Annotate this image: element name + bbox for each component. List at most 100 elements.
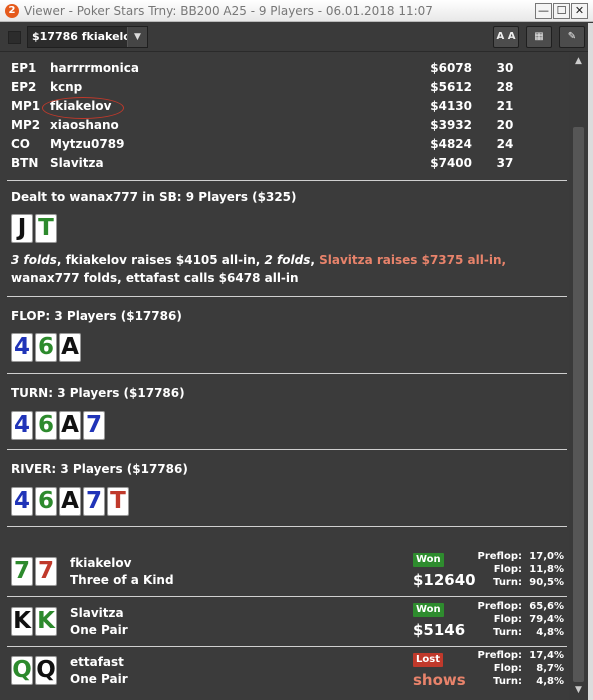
playing-card: K [11, 607, 33, 636]
playing-card: 6 [35, 333, 57, 362]
seat-position: MP2 [11, 118, 41, 132]
seat-stack: $7400 [430, 156, 472, 170]
result-hand-rank: Three of a Kind [70, 573, 174, 587]
result-amount: $5146 [413, 621, 466, 639]
stat-label: Flop: [493, 614, 522, 625]
chevron-down-icon[interactable]: ▼ [127, 27, 147, 47]
seat-position: EP1 [11, 61, 37, 75]
vertical-scrollbar[interactable]: ▲ ▼ [569, 53, 588, 700]
seat-stack: $4824 [430, 137, 472, 151]
stat-label: Preflop: [477, 650, 522, 661]
stat-value: 11,8% [529, 564, 564, 575]
window-title: Viewer - Poker Stars Trny: BB200 A25 - 9… [24, 4, 433, 18]
result-player-name[interactable]: ettafast [70, 655, 124, 669]
seat-row: BTN Slavitza $7400 37 [0, 154, 569, 173]
won-badge: Won [413, 603, 444, 617]
seat-bb: 21 [496, 99, 514, 113]
seat-position: MP1 [11, 99, 41, 113]
seat-player-name[interactable]: Slavitza [50, 154, 104, 173]
river-title: RIVER: 3 Players ($17786) [11, 462, 188, 476]
stat-value: 90,5% [529, 577, 564, 588]
stat-label: Preflop: [477, 551, 522, 562]
stat-value: 17,0% [529, 551, 564, 562]
flop-title: FLOP: 3 Players ($17786) [11, 309, 182, 323]
stat-value: 17,4% [529, 650, 564, 661]
seat-bb: 20 [496, 118, 514, 132]
lost-badge: Lost [413, 653, 443, 667]
pencil-icon[interactable]: ✎ [559, 26, 585, 48]
seat-row: EP1 harrrrmonica $6078 30 [0, 59, 569, 78]
preflop-title: Dealt to wanax777 in SB: 9 Players ($325… [11, 190, 297, 204]
playing-card: A [59, 487, 81, 516]
seat-row: EP2 kcnp $5612 28 [0, 78, 569, 97]
stat-label: Preflop: [477, 601, 522, 612]
title-bar: 2 Viewer - Poker Stars Trny: BB200 A25 -… [0, 0, 593, 22]
playing-card: T [35, 214, 57, 243]
won-badge: Won [413, 553, 444, 567]
divider [7, 449, 567, 450]
font-size-button[interactable]: A A [493, 26, 519, 48]
seat-stack: $4130 [430, 99, 472, 113]
seat-bb: 24 [496, 137, 514, 151]
playing-card: J [11, 214, 33, 243]
seat-position: CO [11, 137, 31, 151]
playing-card: 7 [35, 557, 57, 586]
grid-icon[interactable]: ▦ [526, 26, 552, 48]
scroll-up-icon[interactable]: ▲ [569, 53, 588, 69]
stat-label: Turn: [493, 676, 522, 687]
dropdown-value: $17786 fkiakelov [32, 30, 139, 43]
playing-card: 7 [83, 487, 105, 516]
playing-card: 7 [11, 557, 33, 586]
playing-card: 6 [35, 411, 57, 440]
divider [7, 646, 567, 647]
hand-select-dropdown[interactable]: $17786 fkiakelov ▼ [27, 26, 148, 48]
seat-player-name[interactable]: Mytzu0789 [50, 135, 124, 154]
stat-value: 4,8% [536, 676, 564, 687]
stat-label: Turn: [493, 627, 522, 638]
stat-label: Flop: [493, 564, 522, 575]
seat-bb: 30 [496, 61, 514, 75]
result-hand-rank: One Pair [70, 623, 128, 637]
seat-player-name[interactable]: harrrrmonica [50, 59, 139, 78]
divider [7, 373, 567, 374]
playing-card: 4 [11, 411, 33, 440]
action-segment: , fkiakelov raises $4105 all-in, [56, 253, 265, 267]
divider [7, 596, 567, 597]
window-border [588, 23, 593, 700]
playing-card: 7 [83, 411, 105, 440]
toolbar: $17786 fkiakelov ▼ A A ▦ ✎ [0, 23, 593, 52]
stat-value: 65,6% [529, 601, 564, 612]
select-checkbox[interactable] [8, 31, 21, 44]
turn-title: TURN: 3 Players ($17786) [11, 386, 185, 400]
result-player-name[interactable]: fkiakelov [70, 556, 131, 570]
minimize-button[interactable]: — [535, 3, 552, 19]
action-segment: Slavitza raises $7375 all-in, [319, 253, 507, 267]
result-hand-rank: One Pair [70, 672, 128, 686]
divider [7, 296, 567, 297]
maximize-button[interactable]: ☐ [553, 3, 570, 19]
divider [7, 526, 567, 527]
seat-position: EP2 [11, 80, 37, 94]
app-icon: 2 [5, 4, 19, 18]
seat-bb: 37 [496, 156, 514, 170]
result-player-name[interactable]: Slavitza [70, 606, 124, 620]
seat-player-name[interactable]: kcnp [50, 78, 82, 97]
playing-card: T [107, 487, 129, 516]
stat-value: 4,8% [536, 627, 564, 638]
seat-row: CO Mytzu0789 $4824 24 [0, 135, 569, 154]
seat-player-name[interactable]: xiaoshano [50, 116, 119, 135]
playing-card: 4 [11, 333, 33, 362]
scroll-down-icon[interactable]: ▼ [569, 682, 588, 698]
close-button[interactable]: ✕ [571, 3, 588, 19]
seat-stack: $6078 [430, 61, 472, 75]
stat-label: Flop: [493, 663, 522, 674]
action-segment: , [310, 253, 320, 267]
playing-card: K [35, 607, 57, 636]
playing-card: Q [11, 656, 33, 685]
action-segment: wanax777 folds, ettafast calls $6478 all… [11, 271, 299, 285]
playing-card: 6 [35, 487, 57, 516]
seat-row: MP2 xiaoshano $3932 20 [0, 116, 569, 135]
scrollbar-thumb[interactable] [573, 127, 584, 682]
hand-history-content: EP1 harrrrmonica $6078 30 EP2 kcnp $5612… [0, 53, 569, 700]
action-segment: 3 folds [11, 253, 57, 267]
